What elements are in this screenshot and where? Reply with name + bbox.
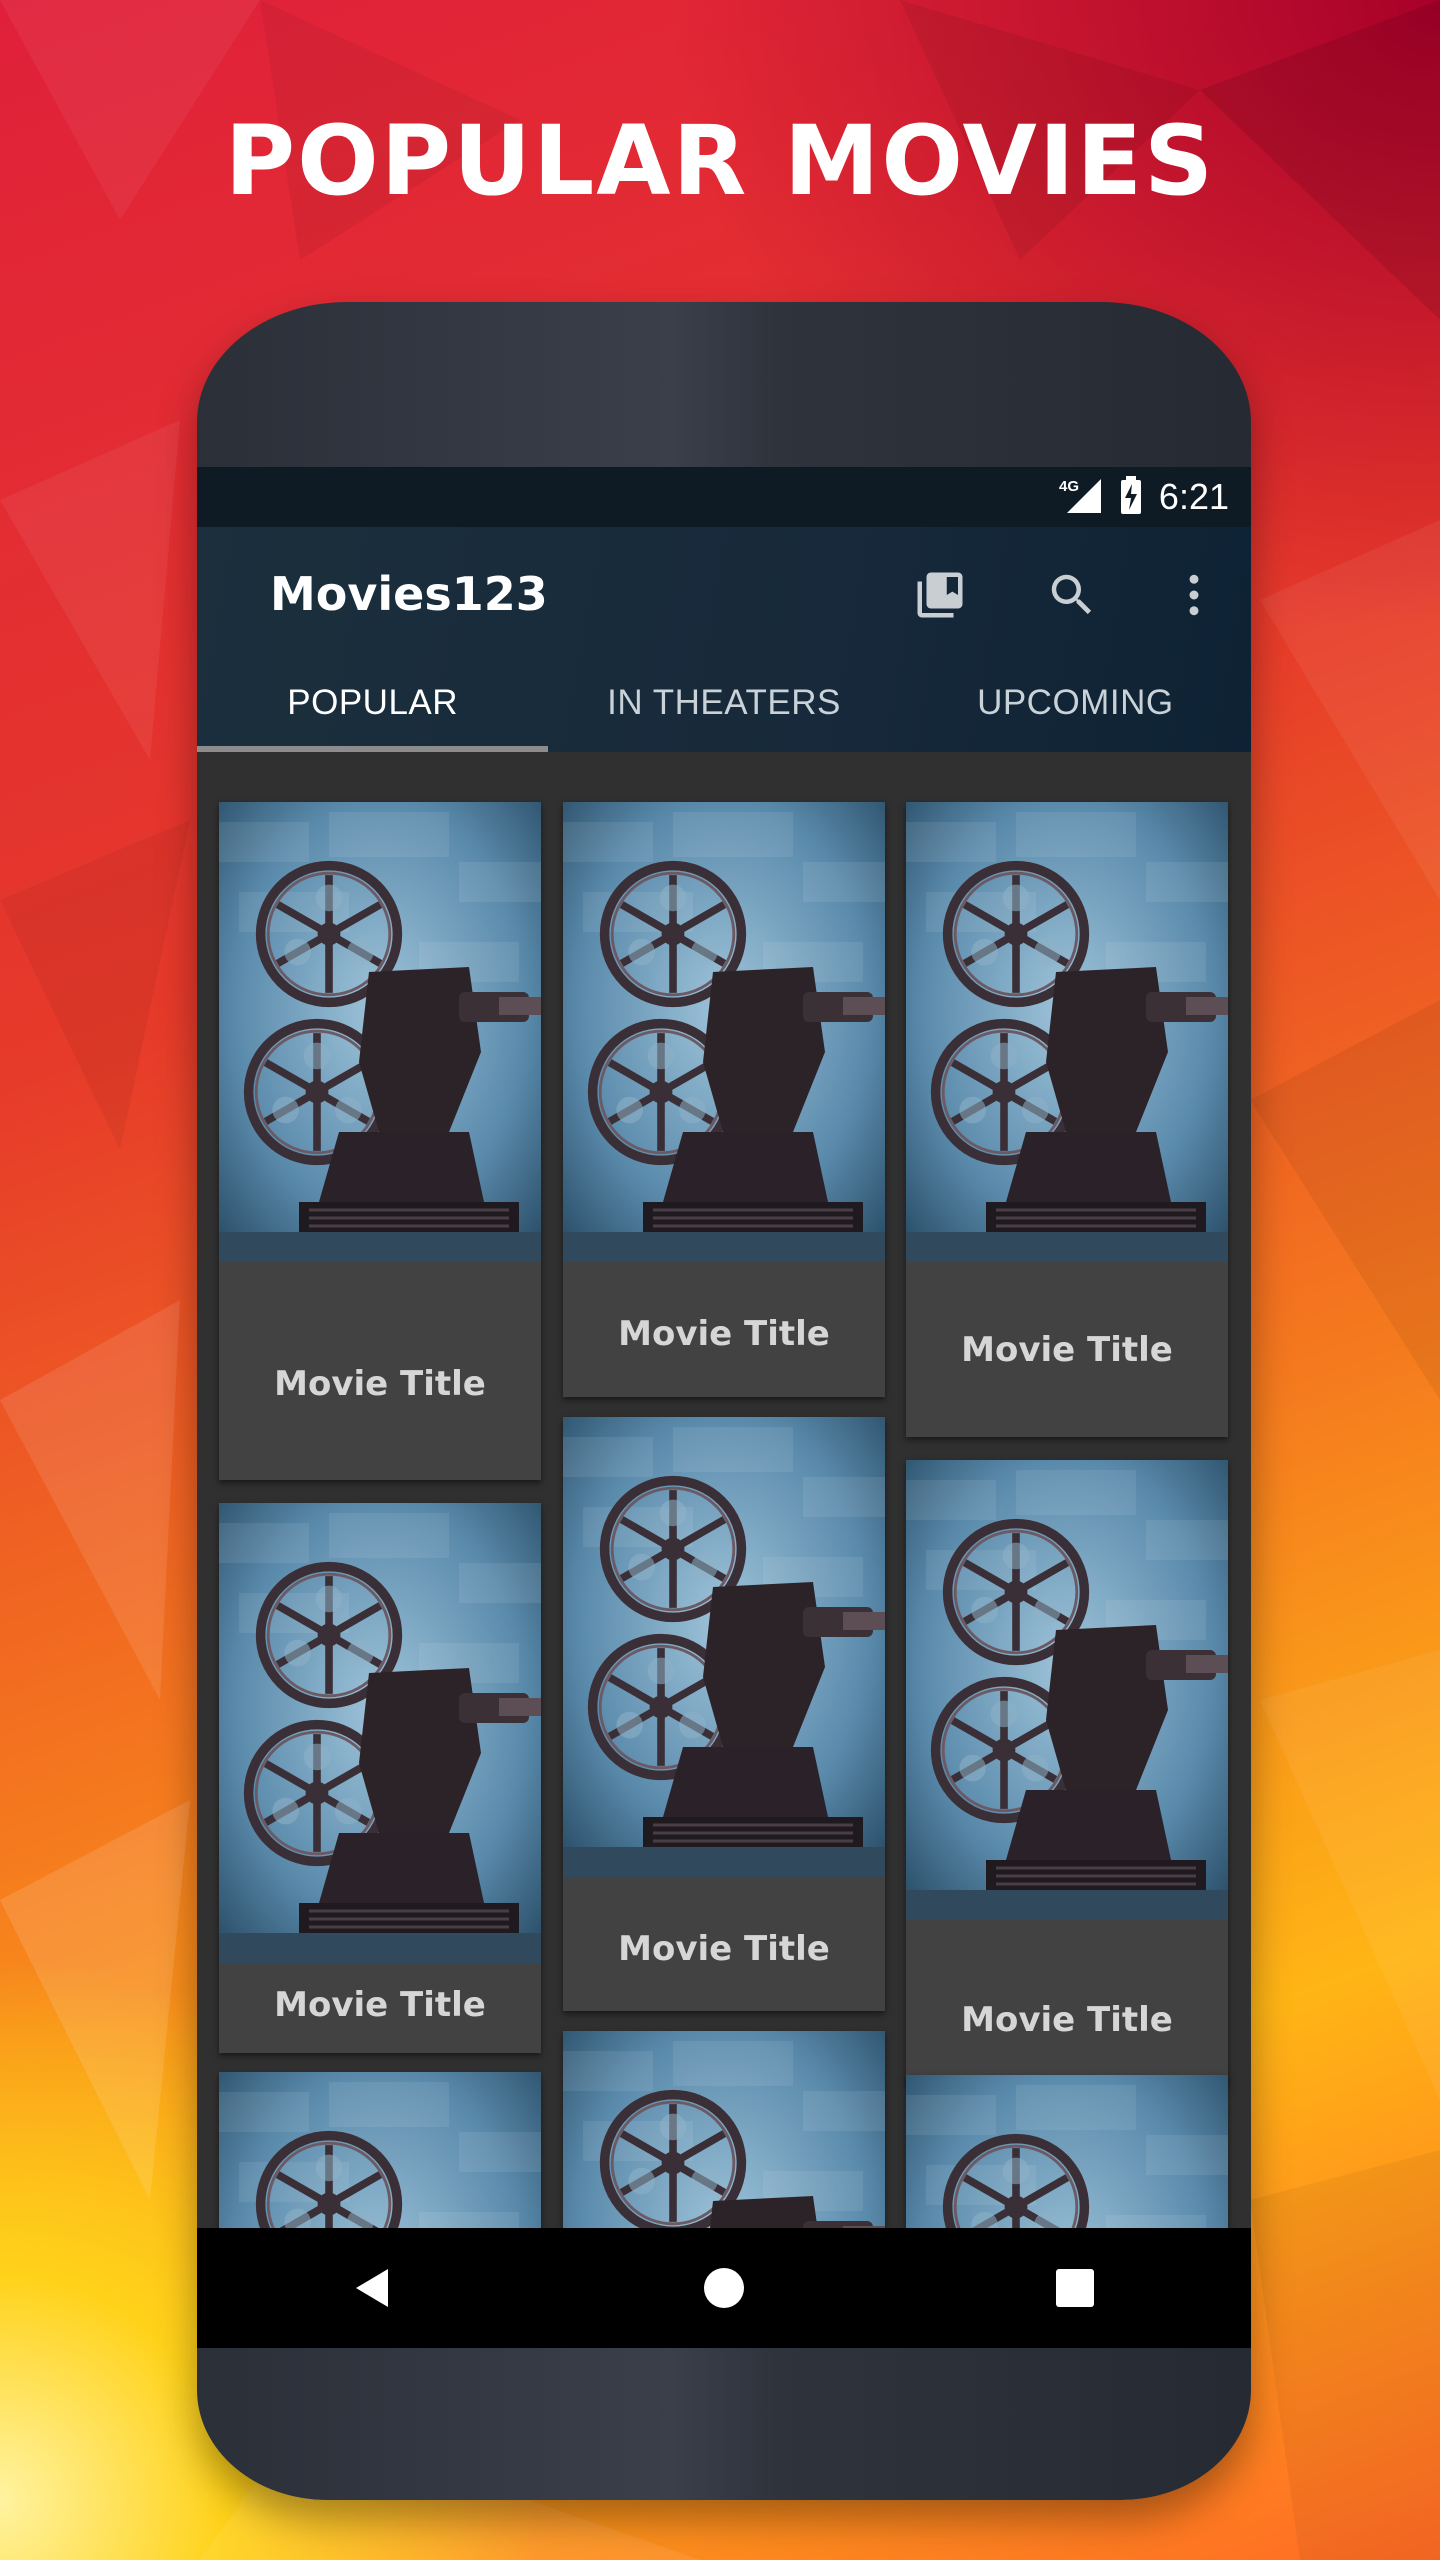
- movie-poster: [906, 802, 1228, 1262]
- movie-card[interactable]: Movie Title: [563, 802, 885, 1397]
- movie-title: Movie Title: [618, 1314, 830, 1354]
- movie-poster: [563, 802, 885, 1262]
- movie-poster: [906, 1460, 1228, 1920]
- phone-screen: 4G 6:21 Movies123 POPULAR IN THEATERS UP…: [197, 467, 1251, 2348]
- movie-grid: Movie Title Movie Title Movie Title Movi…: [197, 467, 1251, 2348]
- movie-poster: [219, 1503, 541, 1963]
- movie-card[interactable]: Movie Title: [219, 1503, 541, 2053]
- movie-card[interactable]: Movie Title: [906, 802, 1228, 1437]
- recents-icon[interactable]: [1015, 2228, 1135, 2348]
- navigation-bar: [197, 2228, 1251, 2348]
- movie-poster: [219, 802, 541, 1262]
- movie-title: Movie Title: [274, 1364, 486, 1404]
- promo-headline: POPULAR MOVIES: [224, 105, 1216, 217]
- movie-title: Movie Title: [274, 1985, 486, 2025]
- movie-card[interactable]: Movie Title: [219, 802, 541, 1480]
- movie-title: Movie Title: [961, 1330, 1173, 1370]
- home-icon[interactable]: [664, 2228, 784, 2348]
- movie-card[interactable]: Movie Title: [906, 1460, 1228, 2084]
- movie-card[interactable]: Movie Title: [563, 1417, 885, 2011]
- movie-title: Movie Title: [618, 1929, 830, 1969]
- movie-title: Movie Title: [961, 2000, 1173, 2040]
- back-icon[interactable]: [313, 2228, 433, 2348]
- movie-poster: [563, 1417, 885, 1877]
